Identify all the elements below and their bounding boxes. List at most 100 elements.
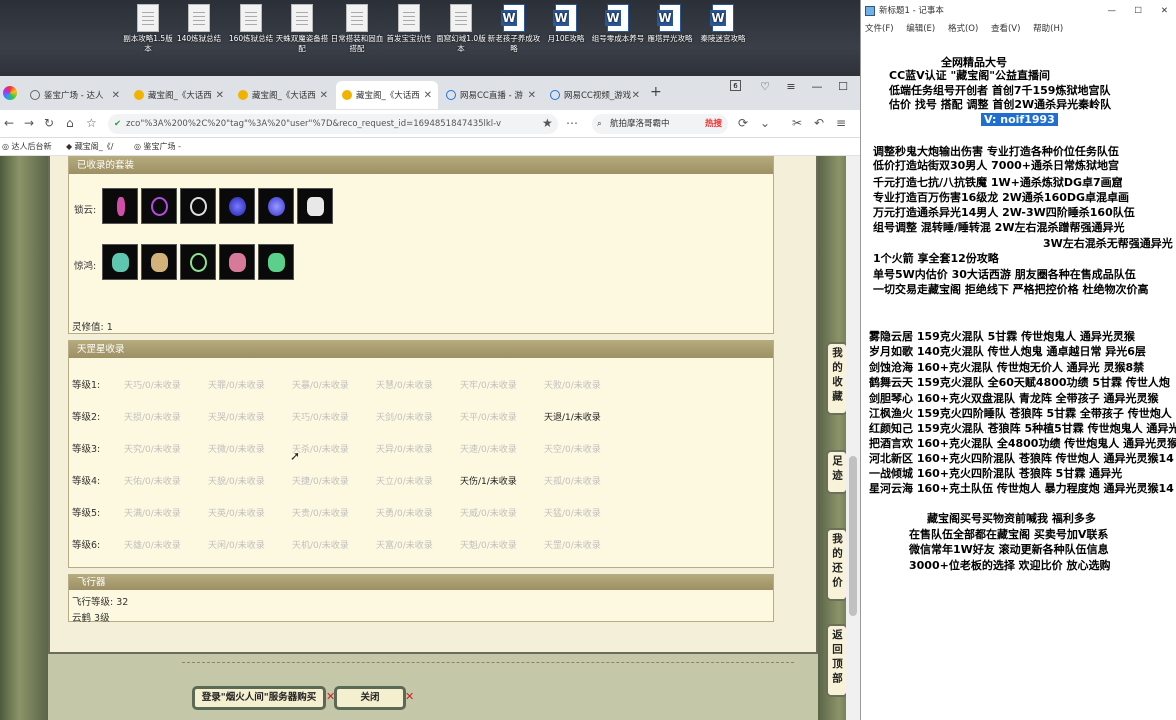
- tiangang-cell: 天满/0/未收录: [124, 509, 181, 519]
- section-title: 天罡星收录: [69, 341, 773, 358]
- desktop-icon-label: 日常搭装和固血搭配: [330, 34, 384, 53]
- address-bar: ← → ↻ ⌂ ☆ ✔ zco"%3A%200%2C%20"tag"%3A%20"…: [0, 110, 860, 138]
- undo-icon[interactable]: ↶: [814, 116, 824, 130]
- close-icon[interactable]: ✕: [632, 90, 640, 101]
- close-icon[interactable]: ✕: [216, 90, 224, 101]
- necklace-icon: [151, 197, 168, 216]
- bookmark-label: 藏宝阁_《/: [74, 142, 114, 151]
- close-button[interactable]: 关闭: [334, 686, 406, 710]
- menu-file[interactable]: 文件(F): [865, 24, 894, 34]
- mouse-cursor-icon: ➚: [290, 449, 301, 463]
- new-tab-button[interactable]: +: [650, 84, 662, 100]
- menu-icon[interactable]: ≡: [778, 76, 804, 98]
- tab-count-badge[interactable]: 6: [730, 80, 741, 91]
- expand-icon[interactable]: ⌄: [760, 116, 770, 130]
- login-purchase-button[interactable]: 登录"烟火人间"服务器购买: [192, 686, 326, 710]
- menu-view[interactable]: 查看(V): [991, 24, 1020, 34]
- star-icon[interactable]: ☆: [86, 116, 97, 130]
- item-slot[interactable]: [258, 244, 294, 280]
- tiangang-cell: 天牢/0/未收录: [460, 381, 517, 391]
- tiangang-cell: 天究/0/未收录: [124, 445, 181, 455]
- minimize-button[interactable]: —: [1108, 0, 1117, 22]
- shirt-icon[interactable]: ♡: [752, 76, 778, 98]
- lingxiu-value: 灵修值: 1: [72, 322, 113, 333]
- item-slot[interactable]: [102, 188, 138, 224]
- reload-icon[interactable]: ↻: [44, 116, 54, 130]
- close-icon[interactable]: ✕: [112, 90, 120, 101]
- item-slot[interactable]: [141, 244, 177, 280]
- home-icon[interactable]: ⌂: [66, 116, 74, 130]
- cut-icon[interactable]: ✂: [792, 116, 802, 130]
- url-field[interactable]: ✔ zco"%3A%200%2C%20"tag"%3A%20"user"%7D&r…: [108, 114, 558, 134]
- close-icon[interactable]: ✕: [320, 90, 328, 101]
- scrollbar-thumb[interactable]: [849, 456, 857, 616]
- search-box[interactable]: ⌕ 航拍摩洛哥霸中 热搜: [592, 114, 728, 134]
- desktop-icon[interactable]: 首发宝宝抗性: [382, 4, 436, 44]
- notepad-line: 低端任务组号开创者 首创7千159炼狱地宫队: [889, 84, 1111, 97]
- desktop-icon[interactable]: 月10E攻略: [539, 4, 593, 44]
- item-slot[interactable]: [102, 244, 138, 280]
- browser-logo-icon[interactable]: [3, 86, 17, 100]
- bookmark-item[interactable]: ◆ 藏宝阁_《/: [66, 141, 113, 152]
- item-slot[interactable]: [219, 244, 255, 280]
- back-to-top-button[interactable]: 返回顶部: [826, 624, 848, 697]
- menu-format[interactable]: 格式(O): [948, 24, 978, 34]
- bookmark-item[interactable]: ◎ 达人后台新: [2, 141, 52, 152]
- desktop-icon[interactable]: 组号零成本养号: [591, 4, 645, 44]
- desktop-icon[interactable]: 140炼狱总结: [172, 4, 226, 44]
- desktop-icon[interactable]: 面窟幻域1.0版本: [434, 4, 488, 54]
- close-x-icon[interactable]: ✕: [405, 690, 414, 703]
- maximize-button[interactable]: ☐: [1134, 0, 1142, 22]
- maximize-button[interactable]: ☐: [830, 76, 856, 98]
- browser-tab[interactable]: 藏宝阁_《大话西 ✕: [232, 81, 334, 109]
- level-label: 等级3:: [72, 444, 101, 455]
- browser-tab[interactable]: 网易CC直播 - 游 ✕: [440, 81, 542, 109]
- close-icon[interactable]: ✕: [528, 90, 536, 101]
- menu-icon[interactable]: ≡: [836, 116, 846, 130]
- bookmark-item[interactable]: ◎ 鉴宝广场 -: [134, 141, 181, 152]
- my-bargain-button[interactable]: 我的还价: [826, 528, 848, 601]
- desktop-icon[interactable]: 日常搭装和固血搭配: [330, 4, 384, 54]
- desktop-icon[interactable]: 160炼狱总结: [224, 4, 278, 44]
- section-title: 已收录的套装: [69, 157, 773, 174]
- helmet-icon: [151, 253, 168, 272]
- browser-tab[interactable]: 藏宝阁_《大话西 ✕: [128, 81, 230, 109]
- notepad-line: 全网精品大号: [941, 56, 1007, 69]
- desktop-icon[interactable]: 天蛛双魔姿备搭配: [275, 4, 329, 54]
- browser-tab[interactable]: 鉴宝广场 - 达人 ✕: [24, 81, 126, 109]
- item-slot[interactable]: [141, 188, 177, 224]
- cangbaoge-icon: [342, 90, 352, 100]
- more-icon[interactable]: ⋯: [566, 116, 578, 130]
- desktop-icon[interactable]: 副本攻略1.5版本: [121, 4, 175, 54]
- ring-icon: [229, 197, 246, 216]
- item-slot[interactable]: [180, 188, 216, 224]
- browser-tab-active[interactable]: 藏宝阁_《大话西 ✕: [336, 81, 438, 109]
- desktop-icon[interactable]: 秦陵迷宫攻略: [696, 4, 750, 44]
- desktop-icon-label: 面窟幻域1.0版本: [436, 34, 486, 53]
- item-slot[interactable]: [219, 188, 255, 224]
- minimize-button[interactable]: —: [804, 76, 830, 98]
- item-slot[interactable]: [258, 188, 294, 224]
- desktop-icon[interactable]: 雁塔异光攻略: [643, 4, 697, 44]
- back-icon[interactable]: ←: [4, 116, 14, 130]
- notepad-line: 低价打造站街双30男人 7000+通杀日常炼狱地宫: [873, 159, 1119, 172]
- item-slot[interactable]: [297, 188, 333, 224]
- globe-icon: [30, 90, 40, 100]
- footprint-button[interactable]: 足迹: [826, 450, 848, 494]
- notepad-line: 3W左右混杀无帮强通异光: [1043, 237, 1173, 250]
- desktop-icon[interactable]: 新老孩子养成攻略: [487, 4, 541, 54]
- bookmark-star-icon[interactable]: ★: [542, 116, 553, 130]
- close-button[interactable]: ✕: [1161, 0, 1168, 22]
- menu-edit[interactable]: 编辑(E): [906, 24, 935, 34]
- scrollbar[interactable]: [846, 156, 860, 720]
- notepad-line: 一切交易走藏宝阁 拒绝线下 严格把控价格 杜绝物次价高: [873, 283, 1149, 296]
- browser-tab[interactable]: 网易CC视频_游戏 ✕: [544, 81, 646, 109]
- notepad-window: 新标题1 - 记事本 — ☐ ✕ 文件(F) 编辑(E) 格式(O) 查看(V)…: [860, 0, 1176, 720]
- close-icon[interactable]: ✕: [424, 90, 432, 101]
- my-favorites-button[interactable]: 我的收藏: [826, 342, 848, 415]
- refresh-icon[interactable]: ⟳: [738, 116, 748, 130]
- notepad-line: 万元打造通杀异光14男人 2W-3W四阶睡杀160队伍: [873, 206, 1135, 219]
- forward-icon[interactable]: →: [24, 116, 34, 130]
- item-slot[interactable]: [180, 244, 216, 280]
- menu-help[interactable]: 帮助(H): [1033, 24, 1063, 34]
